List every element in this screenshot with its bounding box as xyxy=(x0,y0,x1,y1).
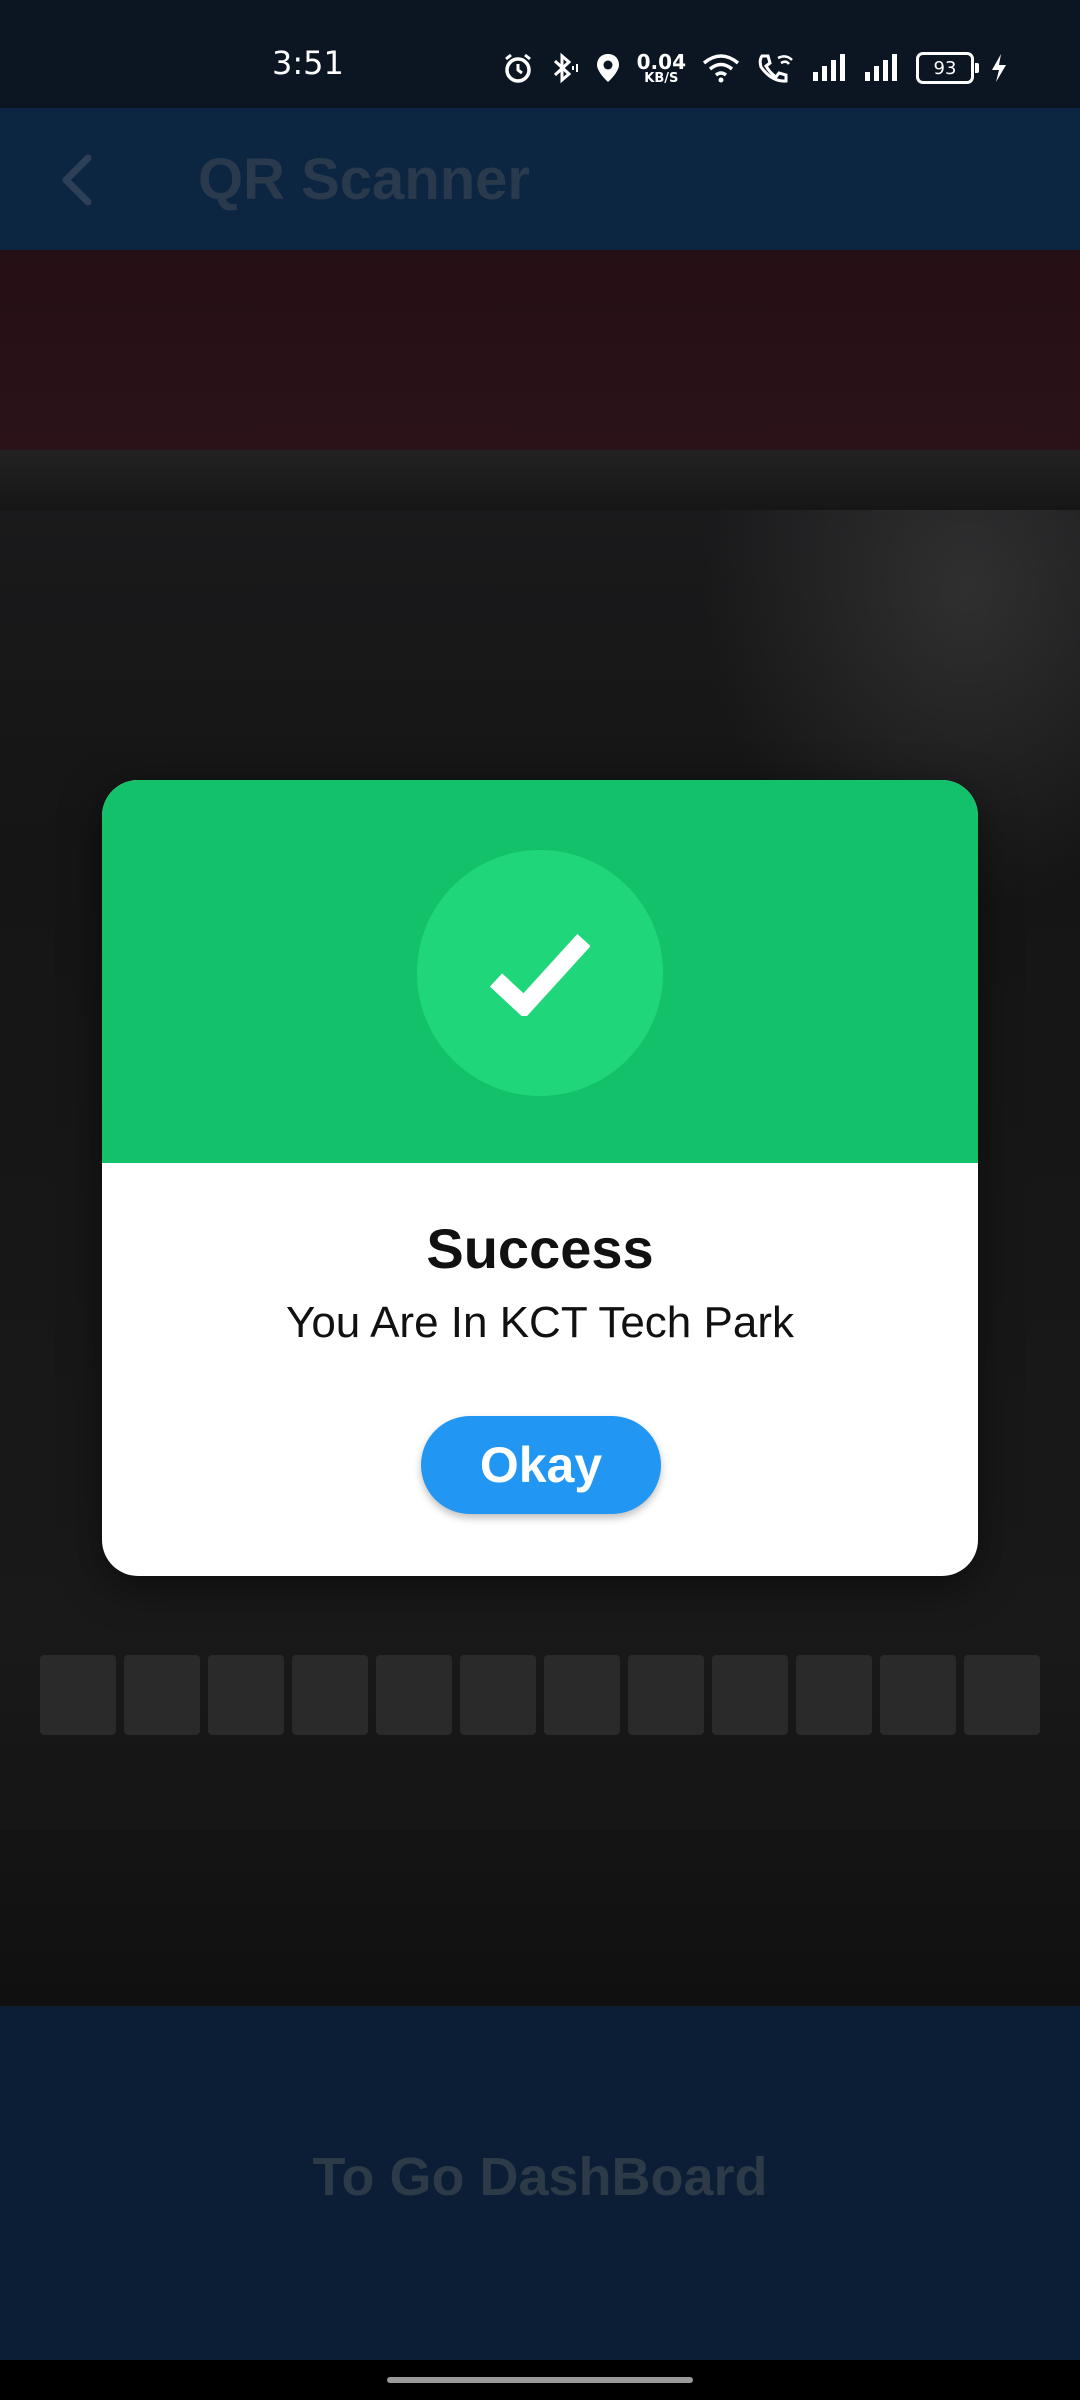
battery-level: 93 xyxy=(933,57,957,79)
preview-taskbar xyxy=(0,1770,1080,1830)
home-indicator[interactable] xyxy=(387,2377,693,2383)
chevron-left-icon xyxy=(62,154,92,206)
checkmark-icon xyxy=(490,933,590,1016)
charging-icon xyxy=(992,54,1006,82)
status-bar: 3:51 0.04 KB/S 93 xyxy=(0,0,1080,108)
network-speed-value: 0.04 xyxy=(636,49,686,74)
dialog-title: Success xyxy=(426,1217,654,1280)
page-title: QR Scanner xyxy=(198,147,530,212)
status-icons: 0.04 KB/S 93 xyxy=(503,46,1008,90)
app-bar: QR Scanner xyxy=(0,108,1080,250)
dashboard-button[interactable]: To Go DashBoard xyxy=(0,2146,1080,2208)
navigation-bar xyxy=(0,2360,1080,2400)
laptop-bezel xyxy=(0,450,1080,510)
back-button[interactable] xyxy=(40,144,112,216)
dialog-header xyxy=(102,780,978,1163)
wifi-icon xyxy=(702,54,740,83)
wifi-calling-icon xyxy=(758,54,793,83)
signal-icon xyxy=(865,54,897,81)
alarm-icon xyxy=(504,53,531,83)
location-icon xyxy=(596,54,619,82)
signal-icon xyxy=(813,54,845,81)
network-speed: 0.04 KB/S xyxy=(637,52,686,85)
preview-thumbnails xyxy=(40,1655,1040,1735)
dialog-message: You Are In KCT Tech Park xyxy=(286,1298,794,1347)
status-time: 3:51 xyxy=(272,44,344,82)
battery-icon: 93 xyxy=(916,52,979,84)
bluetooth-icon xyxy=(553,52,578,84)
network-speed-unit: KB/S xyxy=(644,70,679,86)
success-dialog: Success You Are In KCT Tech Park Okay xyxy=(102,780,978,1576)
check-circle xyxy=(417,850,663,1096)
bottom-panel[interactable]: To Go DashBoard xyxy=(0,2006,1080,2360)
okay-button[interactable]: Okay xyxy=(421,1416,661,1514)
